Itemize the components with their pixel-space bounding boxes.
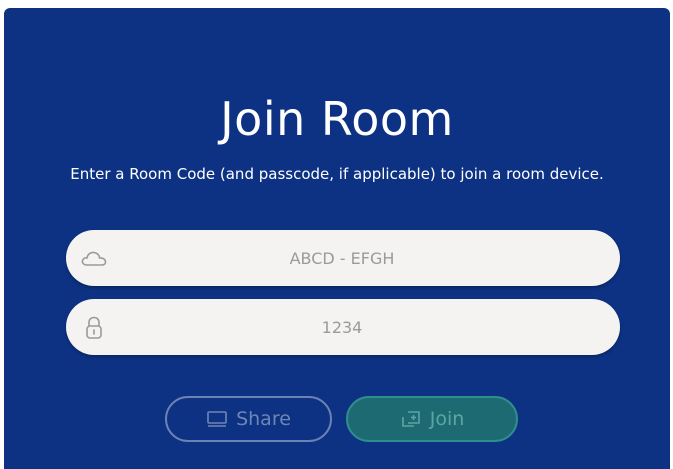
lock-icon: [86, 316, 102, 339]
join-room-panel: Join Room Enter a Room Code (and passcod…: [4, 8, 670, 469]
cloud-icon: [81, 251, 107, 266]
room-code-field[interactable]: [66, 230, 620, 286]
passcode-input[interactable]: [122, 299, 562, 355]
join-button[interactable]: Join: [346, 396, 518, 442]
share-button-label: Share: [236, 408, 291, 430]
join-screen-icon: [401, 411, 420, 427]
monitor-icon: [207, 411, 227, 427]
share-button[interactable]: Share: [165, 396, 332, 442]
passcode-field[interactable]: [66, 299, 620, 355]
join-button-label: Join: [429, 408, 465, 430]
page-title: Join Room: [220, 92, 454, 146]
instructions-text: Enter a Room Code (and passcode, if appl…: [70, 165, 604, 183]
room-code-input[interactable]: [122, 230, 562, 286]
